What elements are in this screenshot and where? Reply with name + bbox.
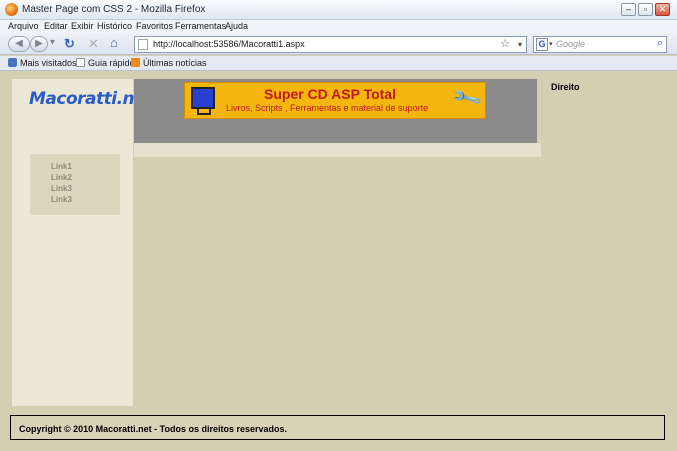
- search-icon[interactable]: ⌕: [657, 36, 663, 51]
- page-header: Super CD ASP Total Livros, Scripts , Fer…: [134, 79, 537, 143]
- window-titlebar: Master Page com CSS 2 - Mozilla Firefox …: [0, 0, 677, 20]
- firefox-icon: [5, 3, 18, 16]
- link-3[interactable]: Link3: [51, 183, 120, 194]
- left-column: Macoratti.net Link1 Link2 Link3 Link3: [12, 79, 153, 406]
- copyright-text: Copyright © 2010 Macoratti.net - Todos o…: [19, 424, 288, 434]
- rss-icon: [131, 58, 140, 67]
- menu-historico[interactable]: Histórico: [97, 21, 132, 31]
- tools-icon: 🔧: [451, 83, 485, 115]
- maximize-button[interactable]: ▫: [638, 3, 653, 16]
- menu-ferramentas[interactable]: Ferramentas: [175, 21, 226, 31]
- page-footer: Copyright © 2010 Macoratti.net - Todos o…: [10, 415, 665, 440]
- search-engine-dropdown-icon[interactable]: ▾: [549, 37, 553, 52]
- right-column: Direito: [541, 79, 671, 93]
- url-dropdown-icon[interactable]: ▾: [518, 37, 522, 52]
- sub-navigation-strip: [134, 143, 541, 157]
- bookmarks-toolbar: Mais visitados Guia rápido Últimas notíc…: [0, 56, 677, 71]
- bookmark-folder-icon: [8, 58, 17, 67]
- back-button[interactable]: ◀: [8, 36, 30, 52]
- right-column-label: Direito: [551, 82, 580, 92]
- page-content: Macoratti.net Link1 Link2 Link3 Link3 Su…: [0, 72, 677, 451]
- url-text: http://localhost:53586/Macoratti1.aspx: [153, 39, 305, 49]
- forward-button[interactable]: ▶: [30, 36, 48, 52]
- url-bar[interactable]: http://localhost:53586/Macoratti1.aspx ☆…: [134, 36, 527, 53]
- bookmark-guia-rapido[interactable]: Guia rápido: [76, 58, 135, 68]
- link-2[interactable]: Link2: [51, 172, 120, 183]
- menu-editar[interactable]: Editar: [44, 21, 68, 31]
- banner-subtitle: Livros, Scripts , Ferramentas e material…: [226, 103, 429, 113]
- home-icon[interactable]: ⌂: [110, 35, 118, 50]
- page-icon: [138, 39, 148, 50]
- promo-banner[interactable]: Super CD ASP Total Livros, Scripts , Fer…: [184, 82, 486, 119]
- menu-exibir[interactable]: Exibir: [71, 21, 94, 31]
- close-button[interactable]: ✕: [655, 3, 670, 16]
- window-title: Master Page com CSS 2 - Mozilla Firefox: [22, 4, 206, 15]
- search-input[interactable]: G ▾ Google ⌕: [533, 36, 667, 53]
- page-icon: [76, 58, 85, 67]
- reload-icon[interactable]: ↻: [64, 36, 75, 52]
- bookmark-star-icon[interactable]: ☆: [500, 37, 510, 52]
- search-placeholder: Google: [556, 39, 586, 49]
- banner-title: Super CD ASP Total: [264, 86, 396, 102]
- bookmark-ultimas-noticias[interactable]: Últimas notícias: [131, 58, 207, 68]
- history-dropdown-icon[interactable]: ▾: [48, 36, 57, 52]
- link-1[interactable]: Link1: [51, 161, 120, 172]
- link-4[interactable]: Link3: [51, 194, 120, 205]
- bookmark-mais-visitados[interactable]: Mais visitados: [8, 58, 77, 68]
- minimize-button[interactable]: –: [621, 3, 636, 16]
- google-icon[interactable]: G: [536, 38, 548, 51]
- monitor-stand: [197, 109, 211, 115]
- link-menu: Link1 Link2 Link3 Link3: [30, 154, 120, 215]
- menu-arquivo[interactable]: Arquivo: [8, 21, 39, 31]
- menu-bar: Arquivo Editar Exibir Histórico Favorito…: [0, 20, 677, 33]
- stop-icon[interactable]: ✕: [88, 36, 99, 52]
- menu-ajuda[interactable]: Ajuda: [225, 21, 248, 31]
- monitor-icon: [191, 87, 215, 109]
- menu-favoritos[interactable]: Favoritos: [136, 21, 173, 31]
